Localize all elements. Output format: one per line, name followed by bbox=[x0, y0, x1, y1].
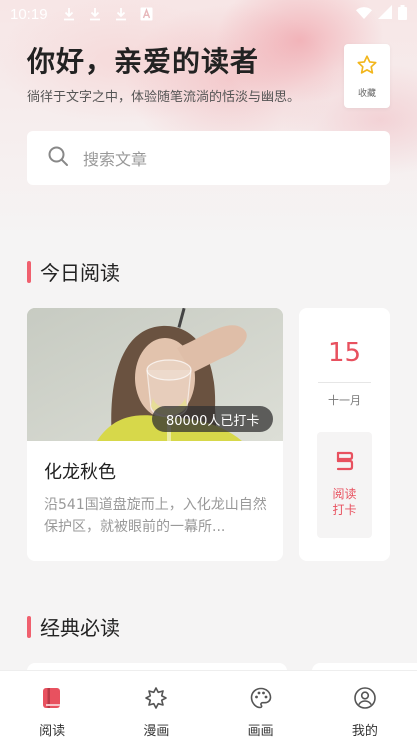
page-title: 你好，亲爱的读者 bbox=[27, 45, 260, 78]
checkin-icon bbox=[335, 450, 355, 476]
divider bbox=[318, 382, 371, 383]
section-title-today: 今日阅读 bbox=[27, 257, 120, 286]
profile-icon bbox=[353, 686, 377, 714]
section-accent-bar bbox=[27, 615, 31, 638]
download-icon bbox=[114, 7, 128, 21]
search-placeholder: 搜索文章 bbox=[83, 150, 148, 169]
tab-label: 阅读 bbox=[39, 724, 66, 739]
date-day: 15 bbox=[327, 338, 362, 368]
wifi-icon bbox=[356, 5, 372, 23]
article-description: 沿541国道盘旋而上，入化龙山自然保护区，就被眼前的一幕所... bbox=[44, 497, 267, 535]
status-time: 10:19 bbox=[10, 5, 48, 23]
tab-profile[interactable]: 我的 bbox=[313, 671, 417, 743]
star-icon bbox=[356, 54, 378, 80]
tab-label: 漫画 bbox=[143, 724, 170, 739]
page-subtitle: 徜徉于文字之中，体验随笔流淌的恬淡与幽思。 bbox=[27, 90, 301, 105]
tab-label: 我的 bbox=[351, 724, 378, 739]
checkin-label: 阅读打卡 bbox=[332, 487, 357, 517]
battery-icon bbox=[398, 4, 407, 24]
article-image: 80000人已打卡 bbox=[27, 308, 283, 441]
section-title-classics: 经典必读 bbox=[27, 612, 120, 641]
section-title-text: 今日阅读 bbox=[40, 261, 120, 285]
search-bar[interactable]: 搜索文章 bbox=[27, 131, 390, 185]
download-icon bbox=[62, 7, 76, 21]
tab-comics[interactable]: 漫画 bbox=[104, 671, 208, 743]
search-icon bbox=[47, 145, 69, 171]
tab-drawing[interactable]: 画画 bbox=[209, 671, 313, 743]
favorites-button[interactable]: 收藏 bbox=[344, 44, 390, 108]
favorites-label: 收藏 bbox=[357, 88, 376, 99]
bottom-tab-bar: 阅读 漫画 画画 我的 bbox=[0, 670, 417, 743]
status-bar: 10:19 bbox=[0, 0, 417, 28]
book-icon bbox=[40, 686, 64, 714]
tab-reading[interactable]: 阅读 bbox=[0, 671, 104, 743]
section-accent-bar bbox=[27, 260, 31, 283]
download-icon bbox=[88, 7, 102, 21]
checkin-count-badge: 80000人已打卡 bbox=[152, 406, 274, 432]
header-background bbox=[0, 0, 417, 240]
section-title-text: 经典必读 bbox=[40, 616, 120, 640]
article-title: 化龙秋色 bbox=[44, 462, 116, 483]
comic-icon bbox=[144, 686, 168, 714]
reading-checkin-button[interactable]: 阅读打卡 bbox=[317, 432, 372, 538]
signal-icon bbox=[378, 5, 392, 23]
date-month: 十一月 bbox=[328, 394, 361, 407]
date-card: 15 十一月 阅读打卡 bbox=[299, 308, 390, 561]
a-icon bbox=[140, 7, 154, 21]
tab-label: 画画 bbox=[247, 724, 274, 739]
today-article-card[interactable]: 80000人已打卡 化龙秋色 沿541国道盘旋而上，入化龙山自然保护区，就被眼前… bbox=[27, 308, 283, 561]
palette-icon bbox=[249, 686, 273, 714]
